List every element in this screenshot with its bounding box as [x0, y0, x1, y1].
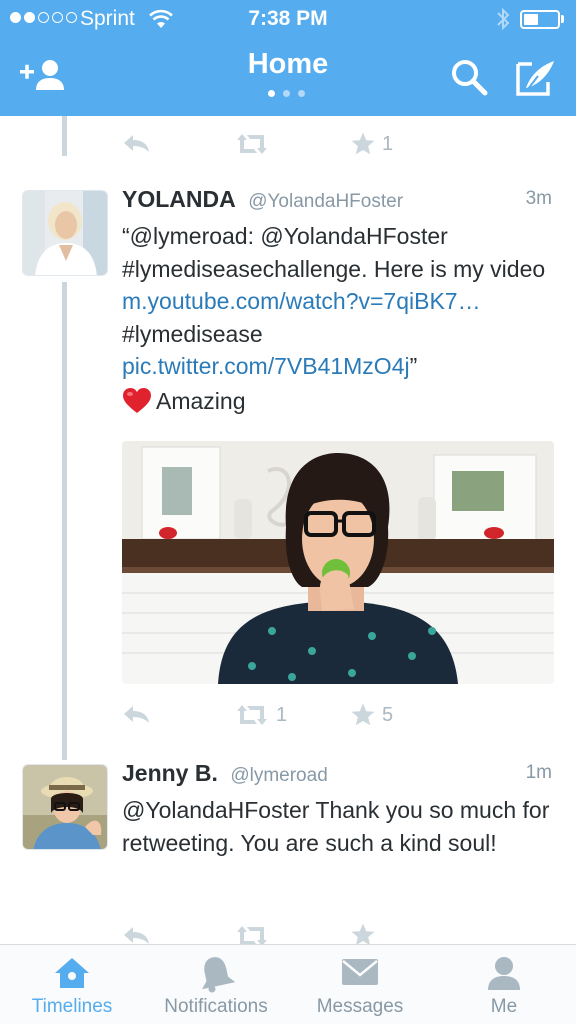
- tweet-author-handle[interactable]: @lymeroad: [230, 765, 327, 786]
- compose-tweet-button[interactable]: [514, 56, 558, 105]
- home-icon: [52, 955, 92, 996]
- tab-timelines[interactable]: Timelines: [0, 945, 144, 1024]
- favorite-count: 1: [382, 132, 394, 155]
- home-timeline[interactable]: 1 YOLANDA @YolandaHFoster 3m “@lymeroad:…: [0, 116, 576, 944]
- person-icon: [484, 955, 524, 998]
- retweet-icon: [237, 926, 267, 944]
- tweet-text-segment: ”: [409, 353, 418, 379]
- star-icon: [351, 703, 375, 726]
- retweet-button[interactable]: 1: [234, 703, 287, 727]
- retweet-button[interactable]: [234, 132, 270, 156]
- reply-button[interactable]: [122, 924, 152, 944]
- tweet-author-name[interactable]: Jenny B.: [122, 760, 218, 786]
- reply-button[interactable]: [122, 132, 152, 154]
- reply-icon: [124, 706, 149, 723]
- avatar[interactable]: [22, 190, 108, 276]
- compose-icon: [516, 61, 554, 96]
- tab-notifications[interactable]: Notifications: [144, 945, 288, 1024]
- tweet[interactable]: YOLANDA @YolandaHFoster 3m “@lymeroad: @…: [0, 186, 576, 776]
- retweet-icon: [237, 134, 267, 154]
- heart-emoji-icon: [123, 387, 151, 413]
- tab-me[interactable]: Me: [432, 945, 576, 1024]
- search-icon: [452, 60, 488, 96]
- star-icon: [351, 132, 375, 155]
- tweet-timestamp: 3m: [525, 188, 552, 209]
- reply-icon: [124, 927, 149, 944]
- tab-label: Messages: [316, 996, 404, 1017]
- favorite-button[interactable]: 5: [350, 702, 393, 728]
- reply-button[interactable]: [122, 703, 152, 725]
- tweet-media-photo[interactable]: [122, 441, 554, 684]
- tab-label: Me: [490, 996, 518, 1017]
- navigation-header: Sprint 7:38 PM Home: [0, 0, 576, 116]
- retweet-icon: [237, 705, 267, 725]
- reply-icon: [124, 135, 149, 152]
- page-indicator: [268, 90, 305, 97]
- tab-messages[interactable]: Messages: [288, 945, 432, 1024]
- tab-bar: Timelines Notifications Messages Me: [0, 944, 576, 1024]
- tab-label: Timelines: [31, 996, 113, 1017]
- conversation-line: [62, 116, 67, 156]
- tweet-text-segment: “@lymeroad: @YolandaHFoster #lymedisease…: [122, 223, 546, 282]
- favorite-button[interactable]: [350, 922, 376, 944]
- avatar[interactable]: [22, 764, 108, 850]
- tweet[interactable]: Jenny B. @lymeroad 1m @YolandaHFoster Th…: [0, 760, 576, 944]
- tweet-timestamp: 1m: [525, 762, 552, 783]
- search-button[interactable]: [448, 56, 492, 105]
- tweet-author-name[interactable]: YOLANDA: [122, 186, 236, 212]
- battery-icon: [520, 10, 560, 29]
- bell-icon: [196, 955, 236, 998]
- tweet-text-segment: #lymedisease: [122, 320, 263, 347]
- tweet-text: @YolandaHFoster Thank you so much for re…: [122, 797, 550, 856]
- favorite-count: 5: [382, 703, 394, 726]
- envelope-icon: [340, 955, 380, 994]
- retweet-button[interactable]: [234, 924, 270, 944]
- youtube-link[interactable]: m.youtube.com/watch?v=7qiBK7…: [122, 288, 481, 314]
- favorite-button[interactable]: 1: [350, 131, 393, 157]
- star-icon: [351, 923, 375, 944]
- tweet-author-handle[interactable]: @YolandaHFoster: [248, 191, 403, 212]
- bluetooth-icon: [496, 7, 510, 37]
- tweet-comment: Amazing: [156, 387, 246, 414]
- pic-link[interactable]: pic.twitter.com/7VB41MzO4j: [122, 353, 410, 379]
- retweet-count: 1: [276, 703, 288, 726]
- status-bar: Sprint 7:38 PM: [0, 0, 576, 40]
- status-time: 7:38 PM: [248, 7, 328, 30]
- tweet-text: “@lymeroad: @YolandaHFoster #lymedisease…: [122, 220, 562, 417]
- tab-label: Notifications: [164, 996, 268, 1017]
